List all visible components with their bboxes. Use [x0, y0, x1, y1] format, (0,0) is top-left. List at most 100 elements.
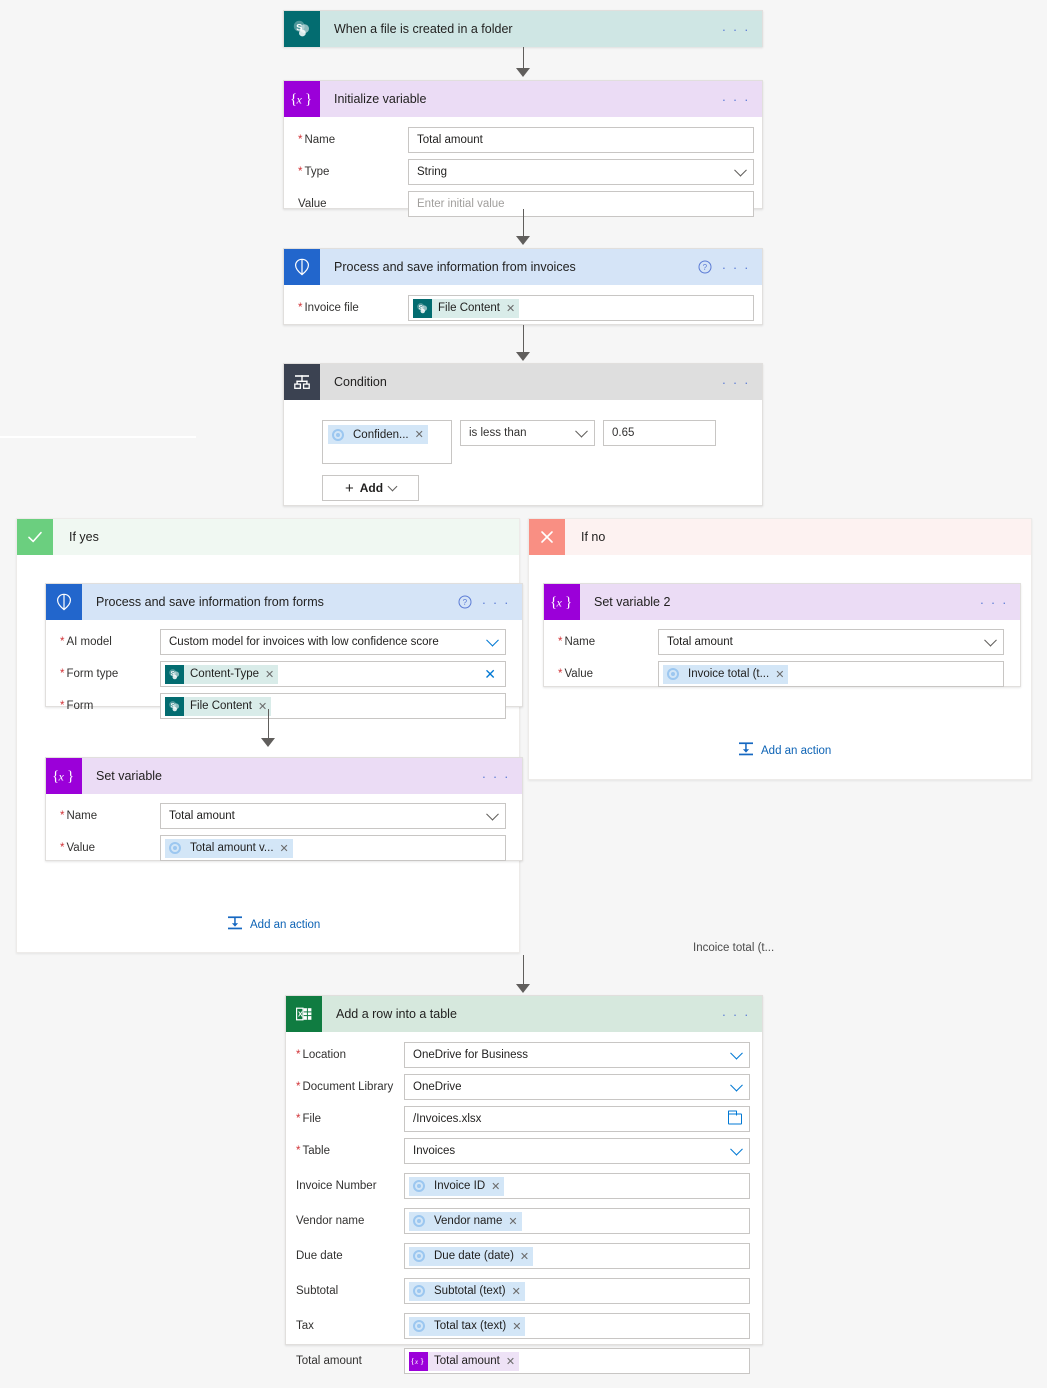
setvar2-name-select[interactable]: Total amount	[658, 629, 1004, 655]
card-condition[interactable]: Condition · · · Confiden...	[283, 363, 763, 506]
condition-operand-field[interactable]: Confiden... ✕	[322, 420, 452, 464]
help-icon[interactable]: ?	[458, 595, 472, 609]
dynamic-token-content-type[interactable]: S Content-Type ✕	[165, 665, 278, 684]
document-library-value: OneDrive	[413, 1081, 462, 1093]
card-process-invoices-menu-button[interactable]: · · ·	[722, 261, 750, 274]
card-process-forms-menu-button[interactable]: · · ·	[482, 596, 510, 609]
card-initialize-variable[interactable]: { x } Initialize variable · · · *Name To…	[283, 80, 763, 209]
field-label-value: *Value	[60, 842, 160, 854]
total-amount-input[interactable]: { x } Total amount ✕	[404, 1348, 750, 1374]
sharepoint-token-icon: S	[413, 299, 432, 318]
field-row-value: *Value Invoice total (t... ✕	[558, 661, 1010, 687]
field-label-type: *Type	[298, 166, 408, 178]
form-type-input[interactable]: S Content-Type ✕ ✕	[160, 661, 506, 687]
value-input[interactable]: Enter initial value	[408, 191, 754, 217]
field-label-vendor-name: Vendor name	[296, 1215, 404, 1227]
table-select[interactable]: Invoices	[404, 1138, 750, 1164]
card-set-variable[interactable]: { x } Set variable · · · *Name Total amo…	[45, 757, 523, 861]
setvar-name-select[interactable]: Total amount	[160, 803, 506, 829]
due-date-input[interactable]: Due date (date) ✕	[404, 1243, 750, 1269]
flow-canvas: S When a file is created in a folder · ·…	[0, 0, 1047, 1355]
variable-icon: { x }	[46, 758, 82, 794]
condition-compare-input[interactable]: 0.65	[603, 420, 716, 446]
vendor-name-input[interactable]: Vendor name ✕	[404, 1208, 750, 1234]
token-remove-icon[interactable]: ✕	[506, 1355, 515, 1368]
dynamic-token-file-content[interactable]: S File Content ✕	[165, 697, 271, 716]
svg-text:X: X	[298, 1011, 303, 1018]
token-remove-icon[interactable]: ✕	[265, 668, 274, 681]
token-remove-icon[interactable]: ✕	[508, 1215, 517, 1228]
tax-input[interactable]: Total tax (text) ✕	[404, 1313, 750, 1339]
type-select[interactable]: String	[408, 159, 754, 185]
setvar2-value-input[interactable]: Invoice total (t... ✕	[658, 661, 1004, 687]
dynamic-token-total-tax[interactable]: Total tax (text) ✕	[409, 1317, 525, 1336]
field-label-value: Value	[298, 198, 408, 210]
card-trigger-title: When a file is created in a folder	[320, 22, 722, 36]
add-an-action-no[interactable]: Add an action	[738, 741, 831, 760]
invoice-number-input[interactable]: Invoice ID ✕	[404, 1173, 750, 1199]
card-trigger-actions: · · ·	[722, 23, 762, 36]
token-remove-icon[interactable]: ✕	[258, 700, 267, 713]
card-set-variable-menu-button[interactable]: · · ·	[482, 770, 510, 783]
card-trigger[interactable]: S When a file is created in a folder · ·…	[283, 10, 763, 47]
location-select[interactable]: OneDrive for Business	[404, 1042, 750, 1068]
branch-if-no-header: If no	[529, 519, 1031, 555]
dynamic-token-invoice-id[interactable]: Invoice ID ✕	[409, 1177, 504, 1196]
ai-model-select[interactable]: Custom model for invoices with low confi…	[160, 629, 506, 655]
svg-text:}: }	[67, 769, 74, 785]
condition-operator-select[interactable]: is less than	[460, 420, 595, 446]
dynamic-token-invoice-total[interactable]: Invoice total (t... ✕	[663, 665, 788, 684]
token-remove-icon[interactable]: ✕	[415, 428, 424, 441]
card-initialize-variable-menu-button[interactable]: · · ·	[722, 93, 750, 106]
chevron-down-icon	[730, 1079, 743, 1092]
add-condition-button[interactable]: + Add	[322, 475, 419, 501]
dynamic-token-subtotal[interactable]: Subtotal (text) ✕	[409, 1282, 525, 1301]
field-label-name: *Name	[558, 636, 658, 648]
card-set-variable-2-menu-button[interactable]: · · ·	[980, 596, 1008, 609]
file-input[interactable]: /Invoices.xlsx	[404, 1106, 750, 1132]
card-set-variable-2[interactable]: { x } Set variable 2 · · · *Name Total a…	[543, 583, 1021, 687]
ai-builder-icon	[46, 584, 82, 620]
dynamic-token-file-content[interactable]: S File Content ✕	[413, 299, 519, 318]
token-label: Total amount v...	[190, 842, 274, 854]
token-label: Invoice ID	[434, 1180, 485, 1192]
token-remove-icon[interactable]: ✕	[280, 842, 289, 855]
dynamic-token-confidence[interactable]: Confiden... ✕	[328, 425, 428, 444]
dynamic-token-total-amount-value[interactable]: Total amount v... ✕	[165, 839, 293, 858]
card-process-forms[interactable]: Process and save information from forms …	[45, 583, 523, 707]
token-label: File Content	[438, 302, 500, 314]
token-label: File Content	[190, 700, 252, 712]
folder-picker-icon[interactable]	[728, 1114, 742, 1125]
invoice-file-input[interactable]: S File Content ✕	[408, 295, 754, 321]
card-trigger-menu-button[interactable]: · · ·	[722, 23, 750, 36]
document-library-select[interactable]: OneDrive	[404, 1074, 750, 1100]
form-input[interactable]: S File Content ✕	[160, 693, 506, 719]
token-remove-icon[interactable]: ✕	[512, 1285, 521, 1298]
clear-field-icon[interactable]: ✕	[484, 667, 496, 681]
field-row-invoice-file: *Invoice file S File Content ✕	[298, 295, 748, 321]
field-row-subtotal: Subtotal Subtotal (text) ✕	[296, 1278, 748, 1304]
ai-builder-token-icon	[409, 1282, 428, 1301]
token-remove-icon[interactable]: ✕	[506, 302, 515, 315]
subtotal-input[interactable]: Subtotal (text) ✕	[404, 1278, 750, 1304]
add-action-icon	[738, 741, 754, 760]
close-icon	[529, 519, 565, 555]
card-add-row[interactable]: X Add a row into a table · · · *Location…	[285, 995, 763, 1345]
token-label: Invoice total (t...	[688, 668, 769, 680]
field-row-file: *File /Invoices.xlsx	[296, 1106, 748, 1132]
card-condition-menu-button[interactable]: · · ·	[722, 376, 750, 389]
token-remove-icon[interactable]: ✕	[520, 1250, 529, 1263]
token-remove-icon[interactable]: ✕	[491, 1180, 500, 1193]
card-process-invoices[interactable]: Process and save information from invoic…	[283, 248, 763, 325]
token-remove-icon[interactable]: ✕	[512, 1320, 521, 1333]
token-remove-icon[interactable]: ✕	[775, 668, 784, 681]
card-add-row-menu-button[interactable]: · · ·	[722, 1008, 750, 1021]
setvar-value-input[interactable]: Total amount v... ✕	[160, 835, 506, 861]
dynamic-token-vendor-name[interactable]: Vendor name ✕	[409, 1212, 522, 1231]
dynamic-token-due-date[interactable]: Due date (date) ✕	[409, 1247, 533, 1266]
add-an-action-yes[interactable]: Add an action	[227, 915, 320, 934]
help-icon[interactable]: ?	[698, 260, 712, 274]
name-input[interactable]: Total amount	[408, 127, 754, 153]
dynamic-token-total-amount-variable[interactable]: { x } Total amount ✕	[409, 1352, 519, 1371]
svg-text:x: x	[556, 596, 563, 610]
